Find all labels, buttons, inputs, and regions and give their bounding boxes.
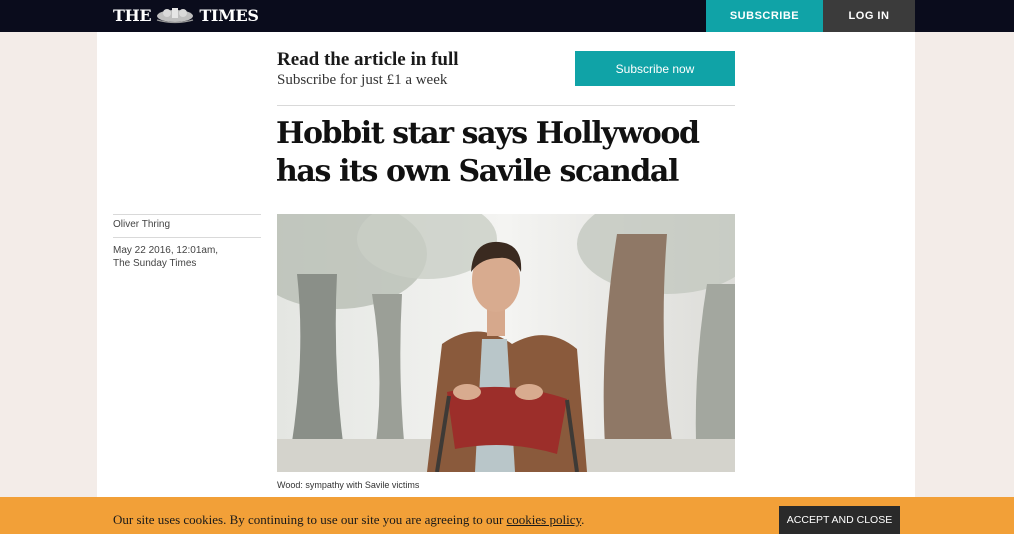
accept-and-close-button[interactable]: ACCEPT AND CLOSE — [779, 506, 900, 534]
cookies-policy-link[interactable]: cookies policy — [507, 512, 582, 527]
author-name[interactable]: Oliver Thring — [113, 219, 170, 230]
subscribe-now-button[interactable]: Subscribe now — [575, 51, 735, 86]
byline-divider — [113, 237, 261, 238]
top-navigation-bar: THE TIMES SUBSCRIBE LOG IN — [0, 0, 1014, 32]
publish-date: May 22 2016, 12:01am, — [113, 245, 219, 256]
subscribe-button[interactable]: SUBSCRIBE — [706, 0, 823, 32]
cookie-banner: Our site uses cookies. By continuing to … — [0, 497, 1014, 534]
login-button[interactable]: LOG IN — [823, 0, 915, 32]
article-headline: Hobbit star says Hollywood has its own S… — [276, 116, 700, 189]
logo-word-times: TIMES — [199, 5, 259, 25]
photo-illustration — [277, 214, 735, 472]
cookie-period: . — [581, 512, 585, 527]
cookie-text: Our site uses cookies. By continuing to … — [113, 512, 507, 527]
promo-title: Read the article in full — [277, 49, 459, 70]
royal-crest-icon — [157, 8, 194, 24]
promo-subtitle: Subscribe for just £1 a week — [277, 72, 448, 88]
photo-caption: Wood: sympathy with Savile victims — [277, 480, 420, 490]
logo-word-the: THE — [113, 5, 152, 25]
cookie-message: Our site uses cookies. By continuing to … — [113, 512, 584, 528]
publication-name: The Sunday Times — [113, 258, 197, 269]
byline-divider — [113, 214, 261, 215]
the-times-logo[interactable]: THE TIMES — [113, 5, 259, 25]
article-photo — [277, 214, 735, 472]
divider — [277, 105, 735, 106]
article-dateline: May 22 2016, 12:01am, The Sunday Times — [113, 244, 263, 270]
